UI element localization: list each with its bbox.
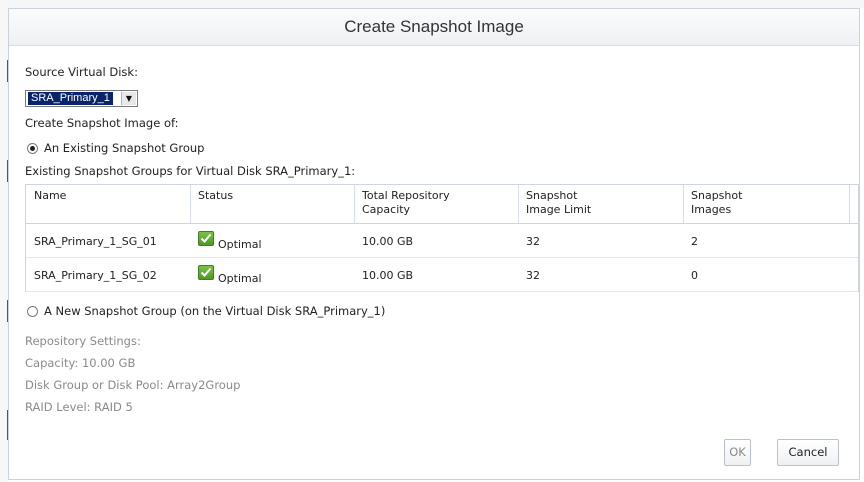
existing-group-label[interactable]: An Existing Snapshot Group xyxy=(44,141,204,155)
row-capacity: 10.00 GB xyxy=(362,235,414,248)
table-header: Name Status Total Repository Capacity Sn… xyxy=(26,185,858,224)
row-image-limit: 32 xyxy=(526,269,540,282)
repository-settings-heading: Repository Settings: xyxy=(25,334,141,348)
col-header-name[interactable]: Name xyxy=(34,189,66,203)
check-icon xyxy=(198,265,214,280)
col-header-images-line1: Snapshot xyxy=(691,189,743,202)
dialog-title-bar: Create Snapshot Image xyxy=(9,9,859,46)
existing-group-radio[interactable] xyxy=(27,143,38,154)
ok-button[interactable]: OK xyxy=(724,439,751,466)
cancel-button[interactable]: Cancel xyxy=(777,439,839,466)
table-row[interactable]: SRA_Primary_1_SG_02 Optimal 10.00 GB 32 … xyxy=(26,258,858,292)
chevron-down-icon[interactable]: ▼ xyxy=(121,92,136,105)
check-icon xyxy=(198,231,214,246)
new-group-label[interactable]: A New Snapshot Group (on the Virtual Dis… xyxy=(44,304,385,318)
table-row[interactable]: SRA_Primary_1_SG_01 Optimal 10.00 GB 32 … xyxy=(26,224,858,258)
snapshot-groups-table: Name Status Total Repository Capacity Sn… xyxy=(25,184,859,292)
col-header-capacity-line1: Total Repository xyxy=(362,189,450,202)
col-header-images[interactable]: Snapshot Images xyxy=(691,189,742,217)
row-image-limit: 32 xyxy=(526,235,540,248)
repository-capacity: Capacity: 10.00 GB xyxy=(25,356,136,370)
column-divider xyxy=(518,185,519,223)
repository-raid-level: RAID Level: RAID 5 xyxy=(25,400,133,414)
col-header-limit-line2: Image Limit xyxy=(526,203,592,216)
row-images: 2 xyxy=(691,235,698,248)
repository-disk-group: Disk Group or Disk Pool: Array2Group xyxy=(25,378,241,392)
dialog-title: Create Snapshot Image xyxy=(344,17,524,36)
col-header-images-line2: Images xyxy=(691,203,732,216)
row-status: Optimal xyxy=(218,238,262,251)
col-header-image-limit[interactable]: Snapshot Image Limit xyxy=(526,189,591,217)
source-virtual-disk-value: SRA_Primary_1 xyxy=(28,92,113,105)
row-status: Optimal xyxy=(218,272,262,285)
col-header-status[interactable]: Status xyxy=(198,189,233,203)
row-name: SRA_Primary_1_SG_01 xyxy=(34,235,157,248)
col-header-capacity-line2: Capacity xyxy=(362,203,411,216)
background-strip xyxy=(0,0,864,8)
row-name: SRA_Primary_1_SG_02 xyxy=(34,269,157,282)
column-divider xyxy=(849,185,850,223)
radio-selected-dot xyxy=(30,146,35,151)
row-capacity: 10.00 GB xyxy=(362,269,414,282)
col-header-capacity[interactable]: Total Repository Capacity xyxy=(362,189,450,217)
column-divider xyxy=(354,185,355,223)
create-of-label: Create Snapshot Image of: xyxy=(25,116,179,130)
column-divider xyxy=(190,185,191,223)
source-virtual-disk-label: Source Virtual Disk: xyxy=(25,65,138,79)
col-header-limit-line1: Snapshot xyxy=(526,189,578,202)
window-edge xyxy=(0,0,9,482)
groups-caption: Existing Snapshot Groups for Virtual Dis… xyxy=(25,164,356,178)
column-divider xyxy=(683,185,684,223)
row-images: 0 xyxy=(691,269,698,282)
new-group-radio[interactable] xyxy=(27,306,38,317)
source-virtual-disk-select[interactable]: SRA_Primary_1 ▼ xyxy=(25,90,138,107)
create-snapshot-image-dialog: Create Snapshot Image Source Virtual Dis… xyxy=(8,8,860,480)
